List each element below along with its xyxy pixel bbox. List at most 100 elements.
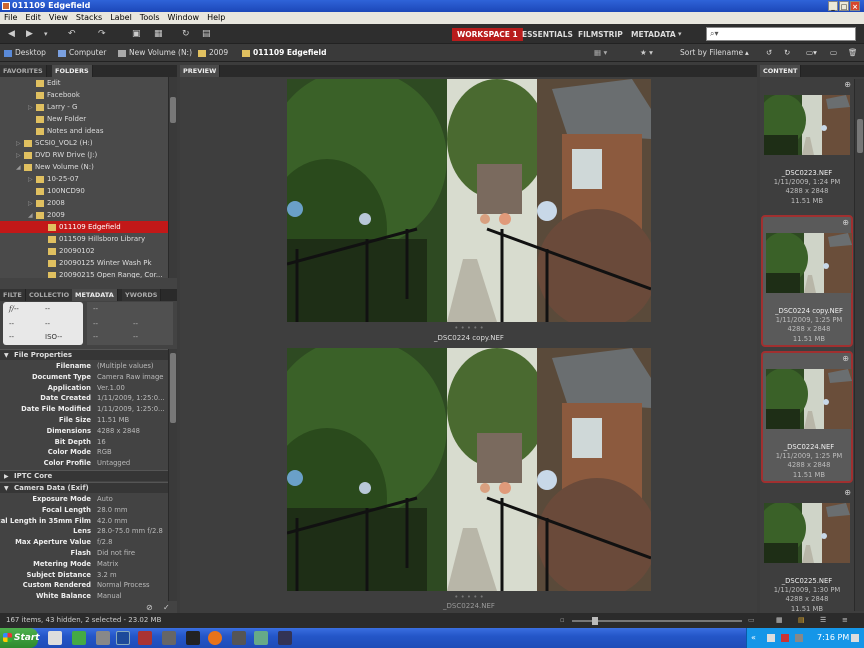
tree-item[interactable]: 011509 Hillsboro Library (0, 233, 168, 245)
menu-help[interactable]: Help (203, 12, 229, 24)
tray-icon[interactable] (795, 634, 803, 642)
tab-content[interactable]: CONTENT (760, 65, 802, 77)
star-filter-icon[interactable]: ★ ▾ (640, 47, 653, 59)
menu-view[interactable]: View (45, 12, 72, 24)
delete-icon[interactable]: 🗑 (848, 47, 858, 59)
forward-arrow-icon[interactable]: ▶ (26, 28, 33, 40)
menu-tools[interactable]: Tools (136, 12, 164, 24)
metadata-value[interactable]: RGB (97, 447, 112, 458)
thumbnail-image[interactable] (764, 95, 850, 155)
folder-tree-scrollbar[interactable] (168, 77, 177, 278)
thumbnail-card[interactable]: ⊕ _DSC0225.NEF 1/11/2009, 1:30 PM 4288 x 28… (761, 487, 853, 611)
start-button[interactable]: Start (0, 628, 40, 648)
tree-item[interactable]: Facebook (0, 89, 168, 101)
metadata-value[interactable]: (Multiple values) (97, 361, 154, 372)
app-icon[interactable] (138, 631, 152, 645)
thumbnail-image[interactable] (766, 233, 852, 293)
metadata-value[interactable]: Untagged (97, 458, 130, 469)
checkmark-icon[interactable]: ✓ (163, 603, 170, 612)
metadata-value[interactable]: 28.0 mm (97, 505, 128, 516)
thumbnail-card[interactable]: ⊕ _DSC0224 copy.NEF 1/11/2009, 1:25 PM 4288… (761, 215, 853, 347)
tree-item[interactable]: Edit (0, 77, 168, 89)
metadata-value[interactable]: 11.51 MB (97, 415, 129, 426)
menu-window[interactable]: Window (164, 12, 204, 24)
refine-icon[interactable]: ▦ (154, 28, 163, 40)
sort-dropdown[interactable]: Sort by Filename (680, 47, 743, 59)
breadcrumb-computer[interactable]: Computer (58, 47, 106, 59)
close-button[interactable]: × (850, 1, 860, 11)
app-icon[interactable] (254, 631, 268, 645)
metadata-button[interactable]: METADATA (626, 28, 681, 41)
tab-collections[interactable]: COLLECTIO (26, 289, 74, 301)
list-view-icon[interactable]: ≡ (842, 613, 848, 628)
tree-item[interactable]: New Folder (0, 113, 168, 125)
metadata-value[interactable]: f/2.8 (97, 537, 113, 548)
firefox-icon[interactable] (208, 631, 222, 645)
tree-item[interactable]: 20090102 (0, 245, 168, 257)
history-dropdown-icon[interactable]: ▾ (44, 28, 48, 40)
tray-icon[interactable] (767, 634, 775, 642)
tree-item[interactable]: ▷ SCSI0_VOL2 (H:) (0, 137, 168, 149)
camera-raw-icon[interactable]: ↷ (98, 28, 106, 40)
metadata-value[interactable]: 28.0-75.0 mm f/2.8 (97, 526, 163, 537)
menu-stacks[interactable]: Stacks (72, 12, 106, 24)
tab-metadata[interactable]: METADATA (72, 289, 118, 301)
boomerang-icon[interactable]: ↶ (68, 28, 76, 40)
tree-item[interactable]: ◢ 2009 (0, 209, 168, 221)
metadata-value[interactable]: Normal Process (97, 580, 150, 591)
camera-data-header[interactable]: ▼ Camera Data (Exif) (0, 482, 177, 493)
metadata-value[interactable]: 16 (97, 437, 106, 448)
tab-folders[interactable]: FOLDERS (52, 65, 93, 77)
app-icon[interactable] (72, 631, 86, 645)
thumbnail-image[interactable] (764, 503, 850, 563)
scrollbar-thumb[interactable] (857, 119, 863, 153)
tray-icon[interactable] (781, 634, 789, 642)
essentials-button[interactable]: ESSENTIALS (517, 28, 578, 41)
metadata-value[interactable]: Auto (97, 494, 113, 505)
breadcrumb-new-volume[interactable]: New Volume (N:) (118, 47, 192, 59)
metadata-value[interactable]: Manual (97, 591, 122, 602)
tree-item[interactable]: ▷ 2008 (0, 197, 168, 209)
zoom-out-icon[interactable]: ▫ (560, 613, 565, 628)
workspace-1-button[interactable]: WORKSPACE 1 (452, 28, 523, 41)
workspace-dropdown-icon[interactable]: ▾ (678, 28, 682, 40)
tree-item[interactable]: ▷ Larry - G (0, 101, 168, 113)
thumb-view-icon[interactable]: ▤ (798, 613, 805, 628)
stack-icon[interactable]: ⊕ (844, 488, 851, 497)
stack-icon[interactable]: ⊕ (842, 354, 849, 363)
no-entry-icon[interactable]: ⊘ (146, 603, 153, 612)
metadata-value[interactable]: Ver.1.00 (97, 383, 125, 394)
tree-item[interactable]: 20090215 Open Range, Cor... (0, 269, 168, 278)
content-scrollbar[interactable] (854, 79, 864, 611)
tab-preview[interactable]: PREVIEW (180, 65, 221, 77)
app-icon[interactable] (232, 631, 246, 645)
tree-item[interactable]: ▷ 10-25-07 (0, 173, 168, 185)
tray-icon[interactable] (851, 634, 859, 642)
menu-file[interactable]: File (0, 12, 21, 24)
desktop-icon[interactable] (48, 631, 62, 645)
preview-image-1[interactable] (287, 79, 651, 322)
get-photos-icon[interactable]: ▣ (132, 28, 141, 40)
breadcrumb-current[interactable]: 011109 Edgefield (242, 47, 326, 59)
photoshop-icon[interactable] (116, 631, 130, 645)
minimize-button[interactable]: _ (828, 1, 838, 11)
breadcrumb-2009[interactable]: 2009 (198, 47, 228, 59)
back-arrow-icon[interactable]: ◀ (8, 28, 15, 40)
output-icon[interactable]: ▤ (202, 28, 211, 40)
metadata-value[interactable]: 4288 x 2848 (97, 426, 140, 437)
app-icon[interactable] (96, 631, 110, 645)
scrollbar-thumb[interactable] (170, 353, 176, 423)
grid-view-icon[interactable]: ▦ (776, 613, 783, 628)
menu-edit[interactable]: Edit (21, 12, 45, 24)
metadata-value[interactable]: Did not fire (97, 548, 135, 559)
app-icon[interactable] (162, 631, 176, 645)
app-icon[interactable] (278, 631, 292, 645)
thumbnail-card[interactable]: ⊕ _DSC0224.NEF 1/11/2009, 1:25 PM 4288 x 28… (761, 351, 853, 483)
thumbnail-card[interactable]: ⊕ _DSC0223.NEF 1/11/2009, 1:24 PM 4288 x 28… (761, 79, 853, 211)
tree-item[interactable]: 100NCD90 (0, 185, 168, 197)
tree-item[interactable]: 20090125 Winter Wash Pk (0, 257, 168, 269)
stack-icon[interactable]: ⊕ (842, 218, 849, 227)
open-recent-icon[interactable]: ▭▾ (806, 47, 817, 59)
metadata-scrollbar[interactable] (168, 349, 177, 601)
tray-expand-icon[interactable]: « (751, 628, 756, 648)
